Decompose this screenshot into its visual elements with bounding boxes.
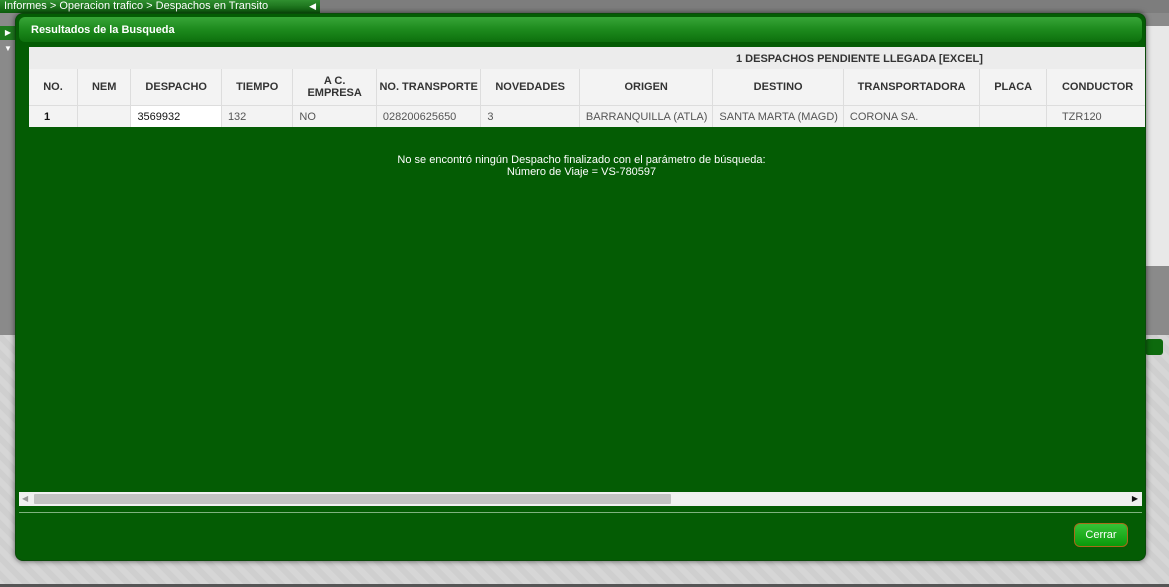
cell-ac-empresa: NO bbox=[292, 105, 377, 127]
results-table-container: 1 DESPACHOS PENDIENTE LLEGADA [EXCEL] NO… bbox=[29, 47, 1145, 129]
column-header[interactable]: TIEMPO bbox=[221, 69, 294, 106]
footer-divider bbox=[19, 512, 1142, 513]
cell-nem bbox=[77, 105, 132, 127]
expand-down-icon[interactable]: ▼ bbox=[0, 43, 16, 55]
cell-placa bbox=[979, 105, 1047, 127]
column-header[interactable]: CONDUCTOR bbox=[1046, 69, 1145, 106]
background-button[interactable] bbox=[1145, 339, 1163, 355]
export-excel-link[interactable]: 1 DESPACHOS PENDIENTE LLEGADA [EXCEL] bbox=[736, 53, 983, 65]
background-right-panel bbox=[1144, 26, 1169, 266]
modal-title: Resultados de la Busqueda bbox=[31, 24, 175, 36]
column-header[interactable]: NOVEDADES bbox=[480, 69, 580, 106]
scroll-right-icon[interactable]: ▶ bbox=[1132, 494, 1138, 503]
cell-destino: SANTA MARTA (MAGD) bbox=[712, 105, 844, 127]
message-line-1: No se encontró ningún Despacho finalizad… bbox=[397, 154, 766, 166]
column-header[interactable]: DESPACHO bbox=[130, 69, 222, 106]
cell-transportadora: CORONA SA. bbox=[843, 105, 981, 127]
column-header[interactable]: DESTINO bbox=[712, 69, 844, 106]
column-header[interactable]: A C. EMPRESA bbox=[292, 69, 377, 106]
table-row[interactable]: 1 3569932 132 NO 028200625650 3 BARRANQU… bbox=[29, 105, 1145, 127]
cell-no: 1 bbox=[29, 105, 78, 127]
column-header[interactable]: NO. TRANSPORTE bbox=[376, 69, 482, 106]
no-results-message: No se encontró ningún Despacho finalizad… bbox=[16, 154, 1145, 178]
horizontal-scrollbar[interactable]: ◀ ▶ bbox=[19, 492, 1142, 506]
modal-header: Resultados de la Busqueda bbox=[19, 17, 1142, 42]
breadcrumb: Informes > Operacion trafico > Despachos… bbox=[0, 0, 320, 13]
cell-despacho-link[interactable]: 3569932 bbox=[130, 105, 222, 127]
scrollbar-thumb[interactable] bbox=[34, 494, 671, 504]
results-modal: Resultados de la Busqueda 1 DESPACHOS PE… bbox=[15, 13, 1146, 561]
scroll-left-icon[interactable]: ◀ bbox=[22, 494, 28, 503]
cell-origen: BARRANQUILLA (ATLA) bbox=[579, 105, 714, 127]
column-header[interactable]: ORIGEN bbox=[579, 69, 714, 106]
collapse-left-icon[interactable]: ◀ bbox=[309, 0, 316, 13]
breadcrumb-text: Informes > Operacion trafico > Despachos… bbox=[4, 0, 269, 12]
message-line-2: Número de Viaje = VS-780597 bbox=[506, 166, 657, 178]
cell-tiempo: 132 bbox=[221, 105, 294, 127]
summary-row: 1 DESPACHOS PENDIENTE LLEGADA [EXCEL] bbox=[29, 47, 1145, 69]
cell-novedades: 3 bbox=[480, 105, 580, 127]
cell-no-transporte: 028200625650 bbox=[376, 105, 482, 127]
results-table: NO. NEM DESPACHO TIEMPO A C. EMPRESA NO.… bbox=[29, 69, 1145, 127]
column-header[interactable]: PLACA bbox=[979, 69, 1047, 106]
cell-conductor: TZR120 bbox=[1046, 105, 1145, 127]
column-header[interactable]: NEM bbox=[77, 69, 132, 106]
close-button[interactable]: Cerrar bbox=[1074, 523, 1128, 547]
expand-right-icon[interactable]: ▶ bbox=[0, 26, 16, 40]
table-header-row: NO. NEM DESPACHO TIEMPO A C. EMPRESA NO.… bbox=[29, 69, 1145, 106]
column-header[interactable]: TRANSPORTADORA bbox=[843, 69, 981, 106]
column-header[interactable]: NO. bbox=[29, 69, 78, 106]
